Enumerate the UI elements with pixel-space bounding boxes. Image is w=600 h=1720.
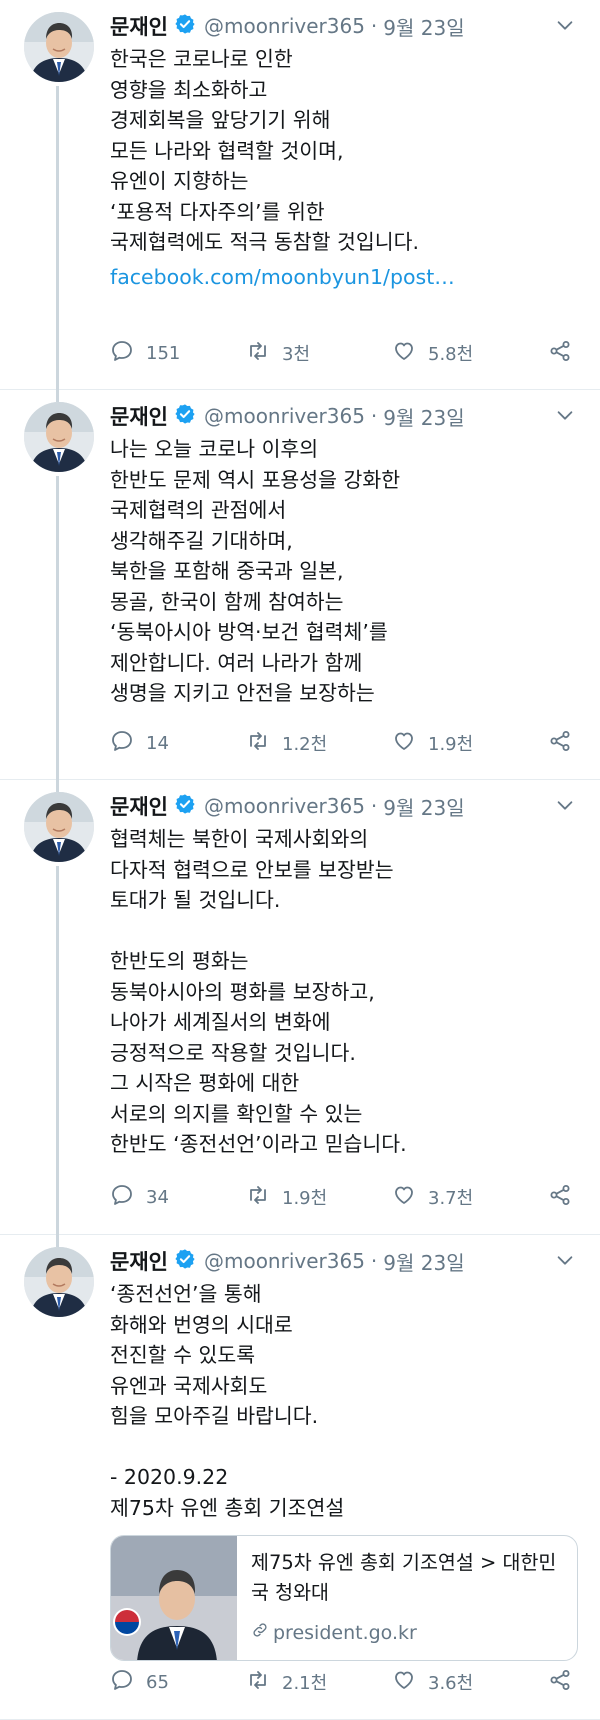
reply-button[interactable]: 65 xyxy=(110,1667,169,1697)
avatar[interactable] xyxy=(24,792,94,862)
retweet-count: 3천 xyxy=(282,344,311,365)
like-count: 1.9천 xyxy=(428,734,474,755)
author-name[interactable]: 문재인 xyxy=(110,11,168,41)
retweet-button[interactable]: 1.2천 xyxy=(246,728,327,758)
reply-button[interactable]: 151 xyxy=(110,338,180,368)
thread-connector xyxy=(56,1235,59,1245)
reply-count: 14 xyxy=(146,732,169,754)
tweet-header: 문재인 @moonriver365 · 9월 23일 xyxy=(110,1245,580,1277)
tweet-header: 문재인 @moonriver365 · 9월 23일 xyxy=(110,790,580,822)
share-icon xyxy=(548,1183,584,1212)
thread-connector xyxy=(56,780,59,790)
separator: · xyxy=(370,794,378,818)
retweet-icon xyxy=(246,1668,282,1697)
heart-icon xyxy=(392,729,428,758)
tweet-link[interactable]: facebook.com/moonbyun1/post… xyxy=(110,262,586,293)
author-handle[interactable]: @moonriver365 xyxy=(204,794,365,818)
separator: · xyxy=(370,14,378,38)
reply-button[interactable]: 34 xyxy=(110,1182,169,1212)
heart-icon xyxy=(392,1668,428,1697)
verified-icon xyxy=(168,403,196,429)
reply-button[interactable]: 14 xyxy=(110,728,169,758)
tweet-text: 한국은 코로나로 인한 영향을 최소화하고 경제회복을 앞당기기 위해 모든 나… xyxy=(110,47,419,254)
author-name[interactable]: 문재인 xyxy=(110,791,168,821)
tweet-actions: 14 1.2천 1.9천 xyxy=(110,728,580,758)
author-handle[interactable]: @moonriver365 xyxy=(204,14,365,38)
verified-icon xyxy=(168,13,196,39)
separator: · xyxy=(370,1249,378,1273)
tweet-date[interactable]: 9월 23일 xyxy=(383,402,464,431)
share-icon xyxy=(548,1668,584,1697)
like-count: 3.6천 xyxy=(428,1673,474,1694)
reply-icon xyxy=(110,1668,146,1697)
share-icon xyxy=(548,339,584,368)
reply-count: 65 xyxy=(146,1671,169,1693)
like-count: 3.7천 xyxy=(428,1188,474,1209)
share-button[interactable] xyxy=(548,338,584,368)
thread-connector xyxy=(56,476,59,792)
tweet[interactable]: 문재인 @moonriver365 · 9월 23일 ‘종전선언’을 통해 화해와 번영… xyxy=(0,1235,600,1720)
share-button[interactable] xyxy=(548,1667,584,1697)
avatar[interactable] xyxy=(24,402,94,472)
card-url: president.go.kr xyxy=(251,1621,417,1644)
like-button[interactable]: 3.6천 xyxy=(392,1667,473,1697)
tweet-text: ‘종전선언’을 통해 화해와 번영의 시대로 전진할 수 있도록 유엔과 국제사… xyxy=(110,1282,345,1520)
card-thumbnail xyxy=(111,1536,237,1660)
heart-icon xyxy=(392,339,428,368)
like-button[interactable]: 3.7천 xyxy=(392,1182,473,1212)
thread-connector xyxy=(56,866,59,1247)
verified-icon xyxy=(168,1248,196,1274)
author-name[interactable]: 문재인 xyxy=(110,1246,168,1276)
tweet-header: 문재인 @moonriver365 · 9월 23일 xyxy=(110,10,580,42)
tweet-header: 문재인 @moonriver365 · 9월 23일 xyxy=(110,400,580,432)
reply-icon xyxy=(110,729,146,758)
thread-connector xyxy=(56,390,59,400)
card-title: 제75차 유엔 총회 기조연설 > 대한민국 청와대 xyxy=(251,1551,557,1604)
retweet-button[interactable]: 3천 xyxy=(246,338,310,368)
thread-connector xyxy=(56,86,59,402)
tweet-text: 협력체는 북한이 국제사회와의 다자적 협력으로 안보를 보장받는 토대가 될 … xyxy=(110,827,407,1156)
reply-count: 34 xyxy=(146,1186,169,1208)
avatar[interactable] xyxy=(24,12,94,82)
retweet-count: 2.1천 xyxy=(282,1673,328,1694)
heart-icon xyxy=(392,1183,428,1212)
like-button[interactable]: 1.9천 xyxy=(392,728,473,758)
tweet[interactable]: 문재인 @moonriver365 · 9월 23일나는 오늘 코로나 이후의 한반도… xyxy=(0,390,600,792)
tweet-thread: 문재인 @moonriver365 · 9월 23일 한국은 코로나로 인한 영향을 최… xyxy=(0,0,600,1720)
tweet[interactable]: 문재인 @moonriver365 · 9월 23일협력체는 북한이 국제사회와의 다… xyxy=(0,780,600,1247)
avatar[interactable] xyxy=(24,1247,94,1317)
tweet-date[interactable]: 9월 23일 xyxy=(383,792,464,821)
reply-icon xyxy=(110,339,146,368)
tweet-date[interactable]: 9월 23일 xyxy=(383,1247,464,1276)
retweet-button[interactable]: 1.9천 xyxy=(246,1182,327,1212)
tweet-text: 나는 오늘 코로나 이후의 한반도 문제 역시 포용성을 강화한 국제협력의 관… xyxy=(110,437,401,705)
share-icon xyxy=(548,729,584,758)
author-handle[interactable]: @moonriver365 xyxy=(204,1249,365,1273)
verified-icon xyxy=(168,793,196,819)
retweet-count: 1.2천 xyxy=(282,734,328,755)
retweet-icon xyxy=(246,339,282,368)
link-icon xyxy=(251,1621,273,1644)
author-name[interactable]: 문재인 xyxy=(110,401,168,431)
separator: · xyxy=(370,404,378,428)
tweet[interactable]: 문재인 @moonriver365 · 9월 23일한국은 코로나로 인한 영향을 최… xyxy=(0,0,600,402)
retweet-icon xyxy=(246,1183,282,1212)
share-button[interactable] xyxy=(548,728,584,758)
reply-icon xyxy=(110,1183,146,1212)
link-preview-card[interactable]: 제75차 유엔 총회 기조연설 > 대한민국 청와대 president.go.k… xyxy=(110,1535,578,1661)
share-button[interactable] xyxy=(548,1182,584,1212)
retweet-button[interactable]: 2.1천 xyxy=(246,1667,327,1697)
card-domain: president.go.kr xyxy=(273,1621,417,1644)
reply-count: 151 xyxy=(146,342,181,364)
tweet-actions: 34 1.9천 3.7천 xyxy=(110,1182,580,1212)
retweet-icon xyxy=(246,729,282,758)
tweet-actions: 65 2.1천 3.6천 xyxy=(110,1667,580,1697)
tweet-date[interactable]: 9월 23일 xyxy=(383,12,464,41)
tweet-actions: 151 3천 5.8천 xyxy=(110,338,580,368)
retweet-count: 1.9천 xyxy=(282,1188,328,1209)
like-count: 5.8천 xyxy=(428,344,474,365)
like-button[interactable]: 5.8천 xyxy=(392,338,473,368)
author-handle[interactable]: @moonriver365 xyxy=(204,404,365,428)
